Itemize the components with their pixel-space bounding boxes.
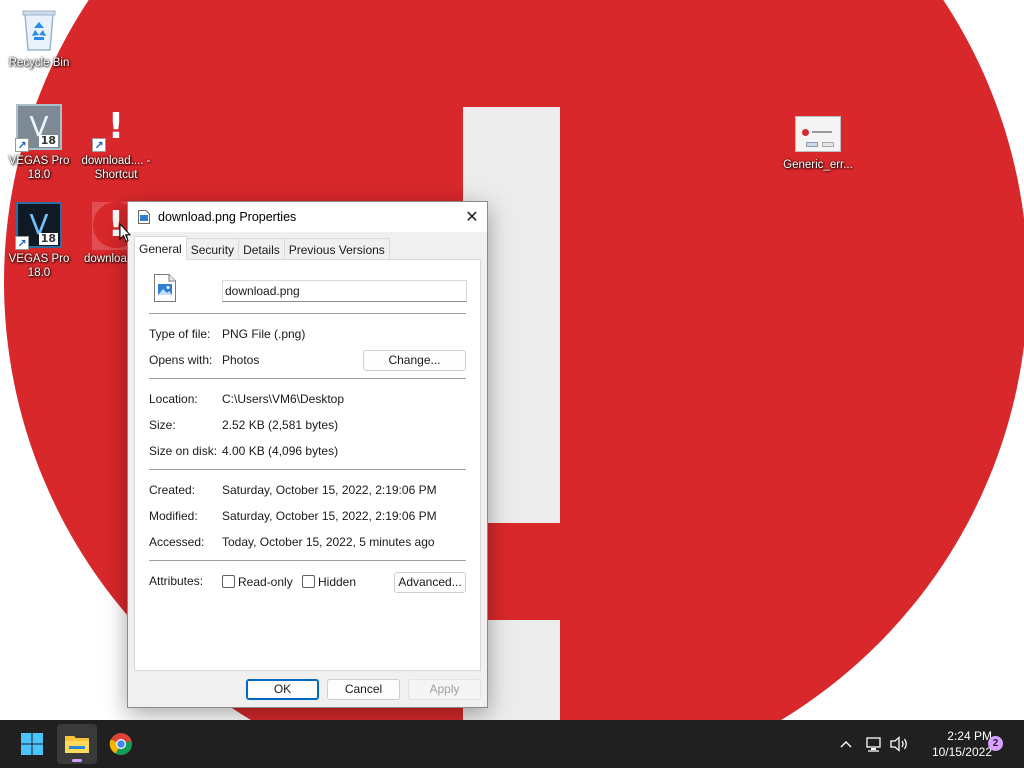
general-tab-panel: Type of file: PNG File (.png) Opens with… bbox=[134, 259, 481, 671]
taskbar-file-explorer[interactable] bbox=[57, 724, 97, 764]
notification-badge[interactable]: 2 bbox=[988, 736, 1003, 751]
show-hidden-icons-chevron-icon[interactable] bbox=[839, 734, 853, 759]
opens-with-value: Photos bbox=[222, 353, 260, 367]
type-of-file-label: Type of file: bbox=[149, 327, 211, 341]
change-button[interactable]: Change... bbox=[363, 350, 466, 371]
properties-dialog: download.png Properties ✕ General Securi… bbox=[127, 201, 488, 708]
desktop-icon-recycle-bin[interactable]: Recycle Bin bbox=[1, 6, 77, 70]
chrome-icon bbox=[109, 733, 132, 755]
icon-label: Generic_err... bbox=[783, 159, 853, 171]
accessed-value: Today, October 15, 2022, 5 minutes ago bbox=[222, 535, 435, 549]
divider bbox=[149, 378, 466, 379]
start-button[interactable] bbox=[12, 724, 52, 764]
size-value: 2.52 KB (2,581 bytes) bbox=[222, 418, 339, 432]
location-value: C:\Users\VM6\Desktop bbox=[222, 392, 345, 406]
dialog-title-bar[interactable]: download.png Properties ✕ bbox=[128, 202, 487, 232]
tab-general[interactable]: General bbox=[134, 236, 187, 260]
cancel-button[interactable]: Cancel bbox=[327, 679, 400, 700]
icon-label: Recycle Bin bbox=[8, 57, 70, 69]
size-label: Size: bbox=[149, 418, 176, 432]
tab-strip: General Security Details Previous Versio… bbox=[134, 236, 390, 260]
tab-security[interactable]: Security bbox=[185, 238, 240, 260]
size-on-disk-value: 4.00 KB (4,096 bytes) bbox=[222, 444, 339, 458]
image-file-icon bbox=[154, 274, 176, 302]
vegas-icon-wrap: V 18 ↗ bbox=[15, 202, 63, 250]
hidden-label: Hidden bbox=[318, 575, 357, 589]
vegas-glyph: V bbox=[29, 110, 49, 143]
type-of-file-value: PNG File (.png) bbox=[222, 327, 306, 341]
icon-label: VEGAS Pro 18.0 bbox=[8, 253, 70, 279]
desktop-icon-download-shortcut[interactable]: ! ↗ download.... - Shortcut bbox=[78, 104, 154, 182]
icon-label: download.... - Shortcut bbox=[81, 155, 151, 181]
image-file-icon bbox=[138, 210, 150, 224]
opens-with-label: Opens with: bbox=[149, 353, 213, 367]
accessed-label: Accessed: bbox=[149, 535, 205, 549]
modified-label: Modified: bbox=[149, 509, 198, 523]
download-icon-wrap: ! ↗ bbox=[92, 104, 140, 152]
tab-details[interactable]: Details bbox=[238, 238, 285, 260]
image-thumbnail-icon bbox=[795, 116, 841, 152]
filename-field[interactable] bbox=[222, 280, 467, 302]
vegas-version-badge: 18 bbox=[38, 134, 58, 147]
size-on-disk-label: Size on disk: bbox=[149, 444, 218, 458]
desktop-icon-vegas-pro[interactable]: V 18 ↗ VEGAS Pro 18.0 bbox=[1, 104, 77, 182]
created-label: Created: bbox=[149, 483, 196, 497]
shortcut-arrow-icon: ↗ bbox=[15, 236, 29, 250]
read-only-checkbox[interactable] bbox=[222, 575, 235, 588]
location-label: Location: bbox=[149, 392, 198, 406]
close-button[interactable]: ✕ bbox=[457, 202, 487, 232]
read-only-label: Read-only bbox=[238, 575, 293, 589]
windows-logo-icon bbox=[21, 733, 43, 755]
close-icon: ✕ bbox=[465, 209, 479, 226]
folder-icon bbox=[65, 736, 89, 753]
attributes-label: Attributes: bbox=[149, 574, 204, 588]
modified-value: Saturday, October 15, 2022, 2:19:06 PM bbox=[222, 509, 437, 523]
divider bbox=[149, 469, 466, 470]
shortcut-arrow-icon: ↗ bbox=[15, 138, 29, 152]
dialog-title: download.png Properties bbox=[158, 210, 297, 224]
ok-button[interactable]: OK bbox=[246, 679, 319, 700]
clock-time: 2:24 PM bbox=[947, 729, 992, 743]
vegas-icon-wrap: V 18 ↗ bbox=[15, 104, 63, 152]
vegas-glyph: V bbox=[29, 208, 49, 241]
desktop-icon-generic-error[interactable]: Generic_err... bbox=[780, 110, 856, 172]
icon-label: VEGAS Pro 18.0 bbox=[8, 155, 70, 181]
taskbar-chrome[interactable] bbox=[101, 724, 141, 764]
apply-button[interactable]: Apply bbox=[408, 679, 481, 700]
mouse-cursor-icon bbox=[119, 223, 131, 243]
tab-previous-versions[interactable]: Previous Versions bbox=[283, 238, 390, 260]
taskbar: 2:24 PM 10/15/2022 bbox=[0, 720, 1024, 768]
created-value: Saturday, October 15, 2022, 2:19:06 PM bbox=[222, 483, 437, 497]
recycle-bin-icon bbox=[15, 6, 63, 54]
clock[interactable]: 2:24 PM 10/15/2022 bbox=[912, 728, 992, 760]
advanced-button[interactable]: Advanced... bbox=[394, 572, 466, 593]
clock-date: 10/15/2022 bbox=[931, 745, 992, 759]
network-icon[interactable] bbox=[865, 734, 883, 759]
vegas-version-badge: 18 bbox=[38, 232, 58, 245]
divider bbox=[149, 313, 466, 314]
volume-icon[interactable] bbox=[889, 734, 909, 759]
running-indicator bbox=[72, 759, 82, 762]
desktop-icon-vegas-pro-2[interactable]: V 18 ↗ VEGAS Pro 18.0 bbox=[1, 202, 77, 280]
hidden-checkbox[interactable] bbox=[302, 575, 315, 588]
divider bbox=[149, 560, 466, 561]
shortcut-arrow-icon: ↗ bbox=[92, 138, 106, 152]
